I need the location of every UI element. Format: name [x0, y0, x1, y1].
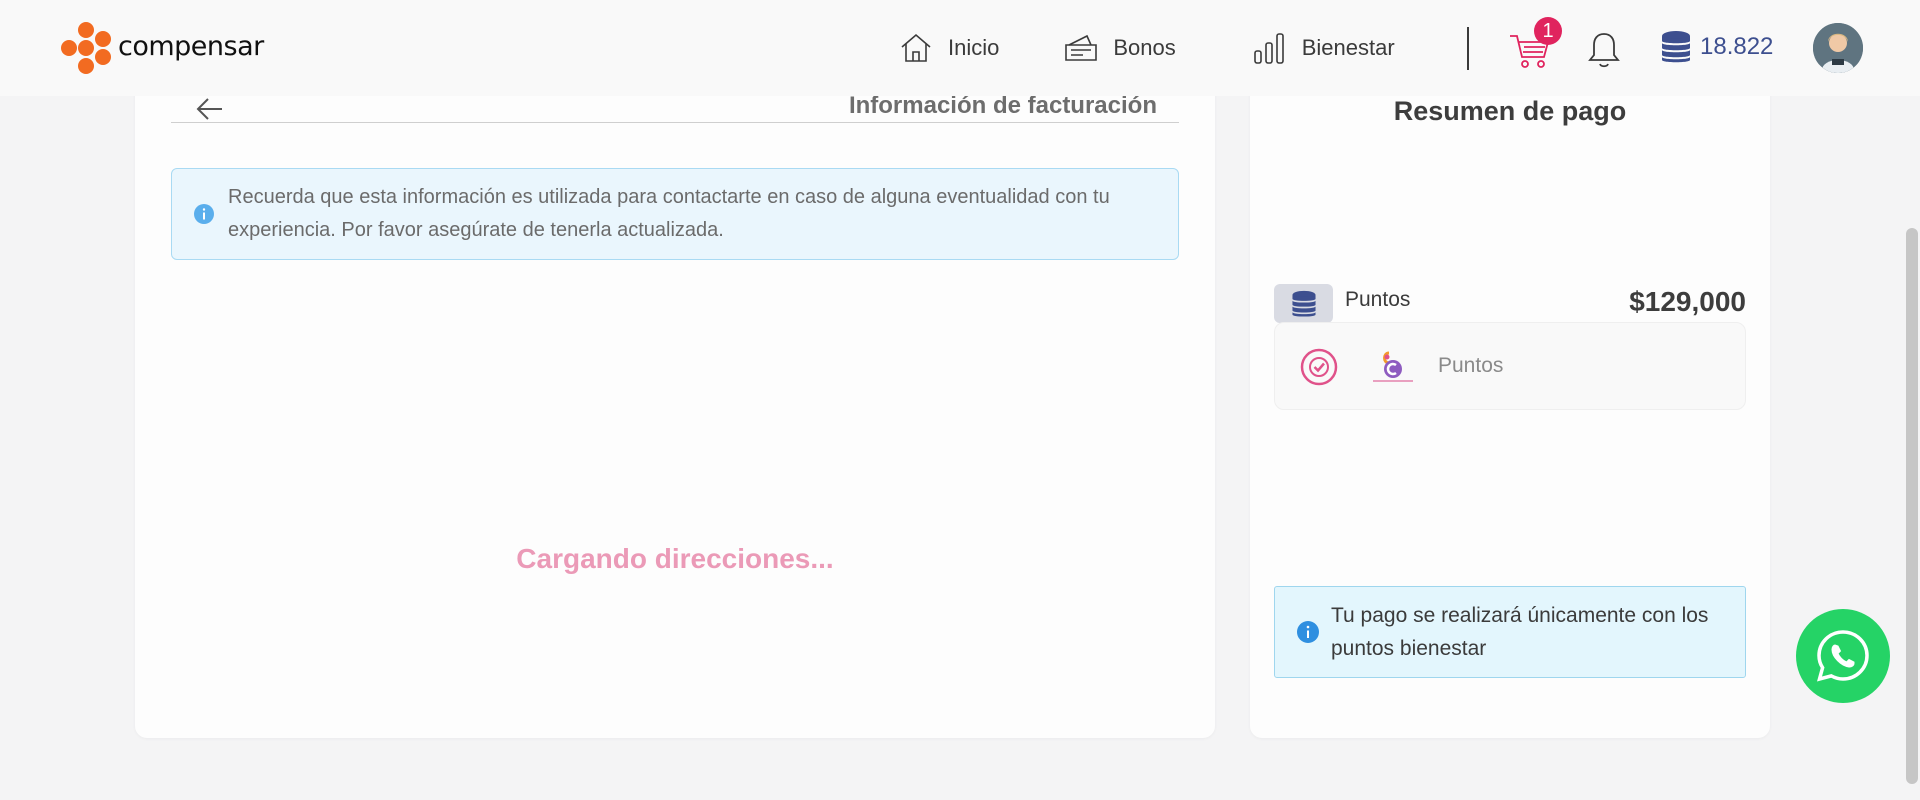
billing-info-text: Recuerda que esta información es utiliza…: [228, 186, 1110, 241]
nav-bonos[interactable]: Bonos: [1061, 28, 1176, 68]
payment-method-option[interactable]: Puntos: [1274, 322, 1746, 410]
payment-notice-text: Tu pago se realizará únicamente con los …: [1331, 604, 1709, 660]
scrollbar-thumb[interactable]: [1906, 228, 1918, 784]
billing-card: Información de facturación Recuerda que …: [135, 70, 1215, 738]
nav-bienestar[interactable]: Bienestar: [1250, 28, 1395, 68]
cart-count-badge: 1: [1534, 17, 1562, 45]
whatsapp-icon: [1817, 630, 1869, 682]
whatsapp-button[interactable]: [1796, 609, 1890, 703]
payment-summary-card: Resumen de pago Puntos $129,000 Puntos T…: [1250, 70, 1770, 738]
points-balance[interactable]: 18.822: [1660, 30, 1773, 64]
coins-stack-icon: [1662, 31, 1690, 63]
payment-method-label: Puntos: [1438, 354, 1504, 377]
info-icon: [1297, 621, 1319, 643]
nav-bonos-label: Bonos: [1113, 35, 1176, 60]
user-avatar-icon: [1813, 23, 1863, 73]
user-avatar[interactable]: [1813, 23, 1863, 73]
summary-title: Resumen de pago: [1393, 96, 1627, 126]
info-icon: [194, 204, 214, 224]
points-total: $129,000: [1629, 286, 1746, 317]
billing-title: Información de facturación: [848, 92, 1157, 119]
billing-info-alert: Recuerda que esta información es utiliza…: [171, 168, 1179, 260]
nav-inicio-label: Inicio: [948, 35, 1000, 60]
loading-addresses-text: Cargando direcciones...: [516, 543, 834, 574]
nav-inicio[interactable]: Inicio: [896, 28, 999, 68]
bienestar-points-logo-icon: [1373, 351, 1413, 382]
check-circle-icon: [1300, 348, 1338, 386]
points-chip: [1274, 284, 1333, 323]
title-divider: [171, 122, 1179, 123]
arrow-left-icon: [196, 98, 222, 120]
bar-chart-icon: [1250, 28, 1290, 68]
points-label: Puntos: [1345, 288, 1411, 311]
coins-stack-icon: [1291, 290, 1316, 317]
back-button[interactable]: [193, 92, 227, 126]
compensar-logo-mark-icon: [61, 22, 111, 74]
bell-icon: [1588, 33, 1620, 68]
main-nav: Inicio Bonos Bienestar: [896, 0, 1395, 96]
compensar-logo[interactable]: compensar: [60, 22, 264, 74]
notifications-button[interactable]: [1584, 30, 1624, 70]
header-divider: [1467, 27, 1469, 70]
logo-text: compensar: [118, 30, 264, 62]
points-balance-value: 18.822: [1700, 33, 1774, 60]
top-navbar: compensar Inicio Bonos Bienestar 1 18.82…: [0, 0, 1920, 96]
home-icon: [896, 28, 936, 68]
nav-bienestar-label: Bienestar: [1301, 35, 1395, 60]
payment-notice-alert: Tu pago se realizará únicamente con los …: [1274, 586, 1746, 678]
ticket-icon: [1061, 28, 1101, 68]
